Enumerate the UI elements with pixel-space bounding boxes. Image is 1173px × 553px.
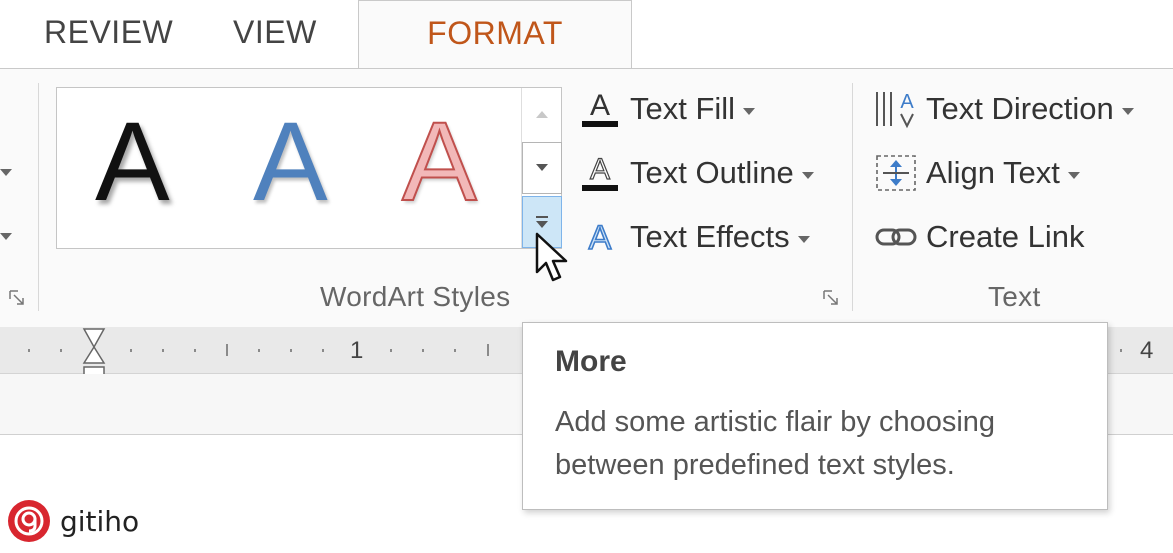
- ribbon-tab-strip: REVIEW VIEW FORMAT: [0, 0, 1173, 71]
- dialog-launcher-icon[interactable]: [8, 289, 26, 307]
- chevron-down-icon: [801, 171, 814, 179]
- wordart-dialog-launcher-icon[interactable]: [822, 289, 840, 307]
- wordart-styles-group-label: WordArt Styles: [320, 281, 511, 312]
- text-effects-button[interactable]: A Text Effects: [576, 215, 810, 259]
- tab-format-label: FORMAT: [427, 15, 563, 51]
- gallery-scroll-up-button[interactable]: [522, 88, 562, 140]
- text-group-label: Text: [988, 281, 1041, 312]
- align-text-icon: [872, 151, 920, 195]
- text-effects-label: Text Effects: [630, 219, 790, 254]
- chevron-down-icon: [1067, 171, 1080, 179]
- left-group-dropdown-arrow-2[interactable]: [0, 233, 12, 240]
- chevron-down-icon: [1121, 107, 1134, 115]
- ruler-label-1: 1: [350, 337, 364, 364]
- svg-text:A: A: [589, 219, 612, 257]
- create-link-button[interactable]: Create Link: [872, 215, 1085, 259]
- chevron-down-icon: [743, 107, 756, 115]
- wordart-style-black[interactable]: A: [95, 106, 170, 218]
- ribbon: A A A A Text Fill A Text Outline A Text …: [0, 68, 1173, 328]
- chevron-down-icon: [536, 164, 548, 171]
- more-expand-icon: [536, 216, 548, 228]
- ruler-label-4: 4: [1140, 337, 1154, 364]
- gallery-scroll-controls: [521, 88, 562, 248]
- gallery-scroll-down-button[interactable]: [522, 142, 562, 194]
- brand-name: gitiho: [60, 504, 140, 538]
- align-text-label: Align Text: [926, 155, 1060, 190]
- tab-format[interactable]: FORMAT: [358, 0, 632, 71]
- svg-text:A: A: [900, 91, 914, 113]
- tab-view[interactable]: VIEW: [233, 14, 317, 51]
- chevron-up-icon: [536, 111, 548, 118]
- text-direction-button[interactable]: A Text Direction: [872, 87, 1134, 131]
- text-outline-icon: A: [576, 151, 624, 195]
- text-fill-button[interactable]: A Text Fill: [576, 87, 756, 131]
- tooltip-title: More: [555, 345, 627, 378]
- create-link-icon: [872, 215, 920, 259]
- text-outline-label: Text Outline: [630, 155, 794, 190]
- left-group-dropdown-arrow[interactable]: [0, 169, 12, 176]
- gitiho-logo-icon: [8, 500, 50, 542]
- wordart-styles-gallery: A A A: [56, 87, 562, 249]
- wordart-style-red[interactable]: A: [401, 105, 478, 219]
- brand-logo: gitiho: [8, 500, 139, 542]
- group-separator: [38, 83, 39, 311]
- wordart-style-blue[interactable]: A: [253, 106, 328, 218]
- group-separator: [852, 83, 853, 311]
- text-fill-icon: A: [576, 87, 624, 131]
- text-direction-label: Text Direction: [926, 91, 1114, 126]
- more-tooltip: More Add some artistic flair by choosing…: [522, 322, 1108, 510]
- create-link-label: Create Link: [926, 219, 1085, 254]
- text-direction-icon: A: [872, 87, 920, 131]
- text-effects-icon: A: [576, 215, 624, 259]
- mouse-pointer-icon: [535, 232, 568, 282]
- text-outline-button[interactable]: A Text Outline: [576, 151, 814, 195]
- chevron-down-icon: [797, 235, 810, 243]
- tab-review[interactable]: REVIEW: [44, 14, 173, 51]
- svg-text:A: A: [590, 153, 610, 186]
- text-fill-label: Text Fill: [630, 91, 736, 126]
- svg-text:A: A: [590, 89, 610, 122]
- align-text-button[interactable]: Align Text: [872, 151, 1080, 195]
- tooltip-body: Add some artistic flair by choosing betw…: [555, 406, 996, 481]
